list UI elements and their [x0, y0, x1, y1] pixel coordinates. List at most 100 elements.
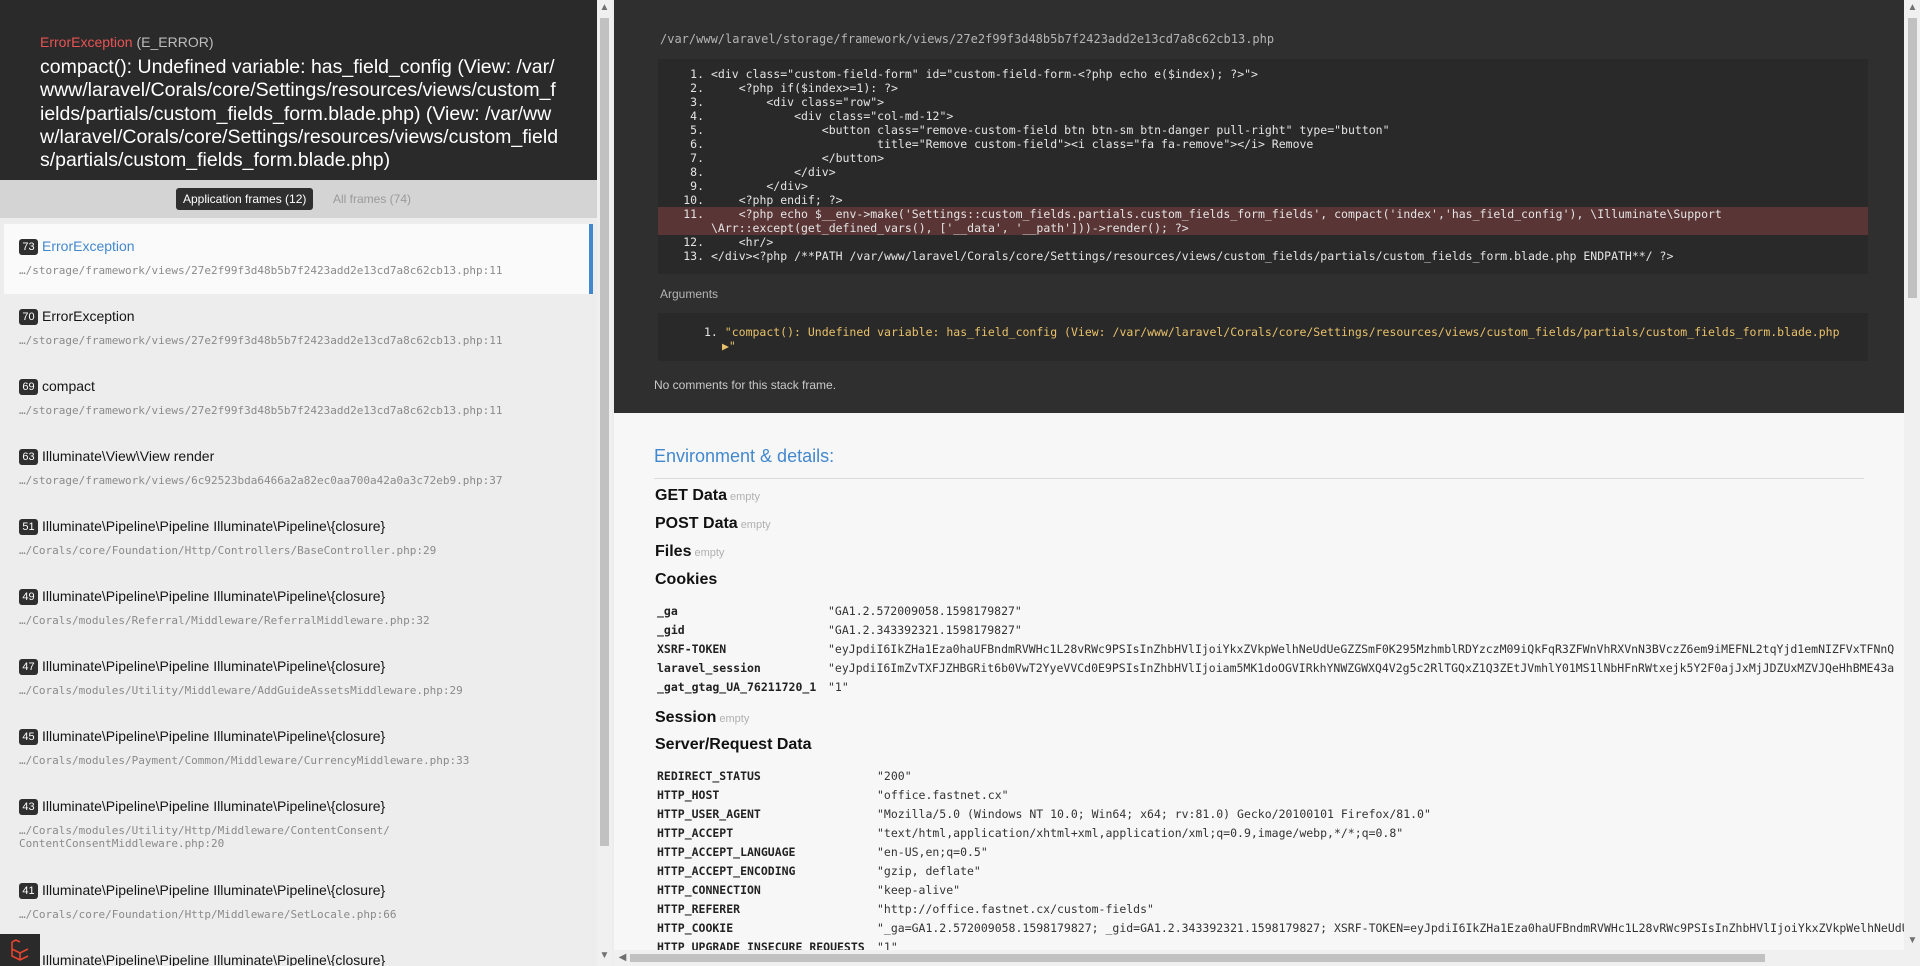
line-number: 1. — [690, 67, 704, 81]
code-text: <div class="col-md-12"> — [711, 109, 954, 123]
frame-item[interactable]: 45 Illuminate\Pipeline\Pipeline Illuminat… — [4, 714, 593, 785]
table-row: REDIRECT_STATUS "200" — [657, 767, 912, 785]
scroll-up-icon[interactable]: ▲ — [1905, 2, 1920, 13]
line-number: 4. — [690, 109, 704, 123]
table-row: HTTP_ACCEPT_ENCODING "gzip, deflate" — [657, 862, 981, 880]
code-block: 1. <div class="custom-field-form" id="cus… — [658, 59, 1868, 274]
scroll-up-icon[interactable]: ▲ — [597, 2, 612, 13]
code-line: 1. <div class="custom-field-form" id="cus… — [658, 67, 1868, 81]
row-value: "1" — [877, 940, 898, 950]
row-key: HTTP_COOKIE — [657, 921, 734, 935]
frame-item[interactable]: 47 Illuminate\Pipeline\Pipeline Illuminat… — [4, 644, 593, 715]
frame-item[interactable]: Illuminate\Pipeline\Pipeline Illuminate\… — [4, 938, 593, 966]
table-row: _gid "GA1.2.343392321.1598179827" — [657, 621, 1022, 639]
scrollbar-thumb[interactable] — [630, 954, 1765, 962]
frame-file: …/Corals/modules/Payment/Common/Middlewa… — [19, 754, 470, 767]
empty-badge: empty — [740, 519, 771, 531]
frame-class: Illuminate\Pipeline\Pipeline Illuminate\… — [42, 588, 386, 604]
table-row: _ga "GA1.2.572009058.1598179827" — [657, 602, 1022, 620]
frame-class: ErrorException — [42, 308, 135, 324]
frame-number: 43 — [19, 799, 38, 815]
scroll-down-icon[interactable]: ▼ — [597, 950, 612, 961]
details-horizontal-scrollbar[interactable]: ◀ — [614, 950, 1904, 966]
session-heading: Session empty — [655, 709, 750, 726]
tab-all-frames[interactable]: All frames (74) — [326, 188, 418, 210]
row-value: "text/html,application/xhtml+xml,applica… — [877, 826, 1404, 840]
frame-class: Illuminate\Pipeline\Pipeline Illuminate\… — [42, 952, 386, 966]
row-key: HTTP_ACCEPT_LANGUAGE — [657, 845, 796, 859]
row-value: "eyJpdiI6ImZvTXFJZHBGRit6b0VwT2YyeVVCd0E… — [828, 661, 1895, 675]
expand-argument-icon[interactable]: ▶" — [722, 339, 736, 353]
row-value: "Mozilla/5.0 (Windows NT 10.0; Win64; x6… — [877, 807, 1431, 821]
frame-item[interactable]: 63 Illuminate\View\View render …/storage/f… — [4, 434, 593, 505]
frame-class: Illuminate\Pipeline\Pipeline Illuminate\… — [42, 518, 386, 534]
code-text: </div><?php /**PATH /var/www/laravel/Cor… — [711, 249, 1674, 263]
row-key: HTTP_ACCEPT_ENCODING — [657, 864, 796, 878]
table-row: XSRF-TOKEN "eyJpdiI6IkZHa1Eza0haUFBndmRVW… — [657, 640, 1894, 658]
frame-item[interactable]: 69 compact …/storage/framework/views/27e2f… — [4, 364, 593, 435]
table-row: HTTP_REFERER "http://office.fastnet.cx/cu… — [657, 900, 1154, 918]
frame-class: Illuminate\Pipeline\Pipeline Illuminate\… — [42, 658, 386, 674]
table-row: HTTP_ACCEPT "text/html,application/xhtml+… — [657, 824, 1403, 842]
code-line: 9. </div> — [658, 179, 1868, 193]
tab-application-frames[interactable]: Application frames (12) — [176, 188, 314, 210]
row-key: HTTP_HOST — [657, 788, 720, 802]
line-number: 7. — [690, 151, 704, 165]
scrollbar-thumb[interactable] — [1908, 18, 1917, 298]
frame-item[interactable]: 41 Illuminate\Pipeline\Pipeline Illuminat… — [4, 868, 593, 939]
frame-filter-tabs: Application frames (12) All frames (74) — [0, 180, 597, 218]
details-panel: /var/www/laravel/storage/framework/views… — [614, 0, 1904, 950]
table-row: HTTP_CONNECTION "keep-alive" — [657, 881, 960, 899]
line-number: 6. — [690, 137, 704, 151]
row-key: _ga — [657, 604, 678, 618]
frame-file: …/storage/framework/views/27e2f99f3d48b5… — [19, 264, 503, 277]
row-value: "office.fastnet.cx" — [877, 788, 1009, 802]
environment-title: Environment & details: — [654, 446, 835, 466]
get-data-heading: GET Data empty — [655, 487, 760, 504]
code-frame-section: /var/www/laravel/storage/framework/views… — [614, 0, 1904, 413]
exception-message: compact(): Undefined variable: has_field… — [40, 56, 559, 172]
row-key: HTTP_REFERER — [657, 902, 741, 916]
line-number: 8. — [690, 165, 704, 179]
frame-item[interactable]: 51 Illuminate\Pipeline\Pipeline Illuminat… — [4, 504, 593, 575]
table-row: HTTP_HOST "office.fastnet.cx" — [657, 786, 1009, 804]
frame-item[interactable]: 43 Illuminate\Pipeline\Pipeline Illuminat… — [4, 784, 593, 869]
line-number: 2. — [690, 81, 704, 95]
frame-item[interactable]: 73 ErrorException …/storage/framework/view… — [4, 224, 593, 295]
line-number: 9. — [690, 179, 704, 193]
server-request-heading: Server/Request Data — [655, 736, 812, 753]
exception-type: (E_ERROR) — [136, 34, 214, 50]
frame-item[interactable]: 49 Illuminate\Pipeline\Pipeline Illuminat… — [4, 574, 593, 645]
scroll-down-icon[interactable]: ▼ — [1905, 935, 1920, 946]
row-value: "1" — [828, 680, 849, 694]
frame-file-path[interactable]: /var/www/laravel/storage/framework/views… — [660, 32, 1274, 46]
frame-list-scrollbar[interactable]: ▲ ▼ — [597, 0, 612, 966]
table-row: laravel_session "eyJpdiI6ImZvTXFJZHBGRit6… — [657, 659, 1894, 677]
frame-item[interactable]: 70 ErrorException …/storage/framework/view… — [4, 294, 593, 365]
frame-file: …/Corals/core/Foundation/Http/Middleware… — [19, 908, 397, 921]
divider — [654, 478, 1864, 479]
code-line: 2. <?php if($index>=1): ?> — [658, 81, 1868, 95]
table-row: HTTP_UPGRADE_INSECURE_REQUESTS "1" — [657, 938, 898, 950]
line-number: 10. — [683, 193, 704, 207]
argument-item: 1. "compact(): Undefined variable: has_f… — [704, 325, 1840, 353]
row-value: "http://office.fastnet.cx/custom-fields" — [877, 902, 1154, 916]
code-line: 3. <div class="row"> — [658, 95, 1868, 109]
arguments-label: Arguments — [660, 287, 719, 301]
argument-number: 1. — [704, 325, 718, 339]
code-line: 10. <?php endif; ?> — [658, 193, 1868, 207]
frame-number: 70 — [19, 309, 38, 325]
code-text: </button> — [711, 151, 885, 165]
details-vertical-scrollbar[interactable]: ▲ ▼ — [1904, 0, 1920, 966]
scrollbar-thumb[interactable] — [600, 18, 609, 846]
exception-header: ErrorException (E_ERROR) compact(): Unde… — [0, 0, 597, 180]
row-value: "200" — [877, 769, 912, 783]
scroll-left-icon[interactable]: ◀ — [615, 952, 630, 963]
code-line: 8. </div> — [658, 165, 1868, 179]
line-number: 13. — [683, 249, 704, 263]
frame-file: …/Corals/modules/Referral/Middleware/Ref… — [19, 614, 430, 627]
line-number: 12. — [683, 235, 704, 249]
code-line: 5. <button class="remove-custom-field bt… — [658, 123, 1868, 137]
code-text: <?php endif; ?> — [711, 193, 843, 207]
code-text: title="Remove custom-field"><i class="fa… — [711, 137, 1314, 151]
